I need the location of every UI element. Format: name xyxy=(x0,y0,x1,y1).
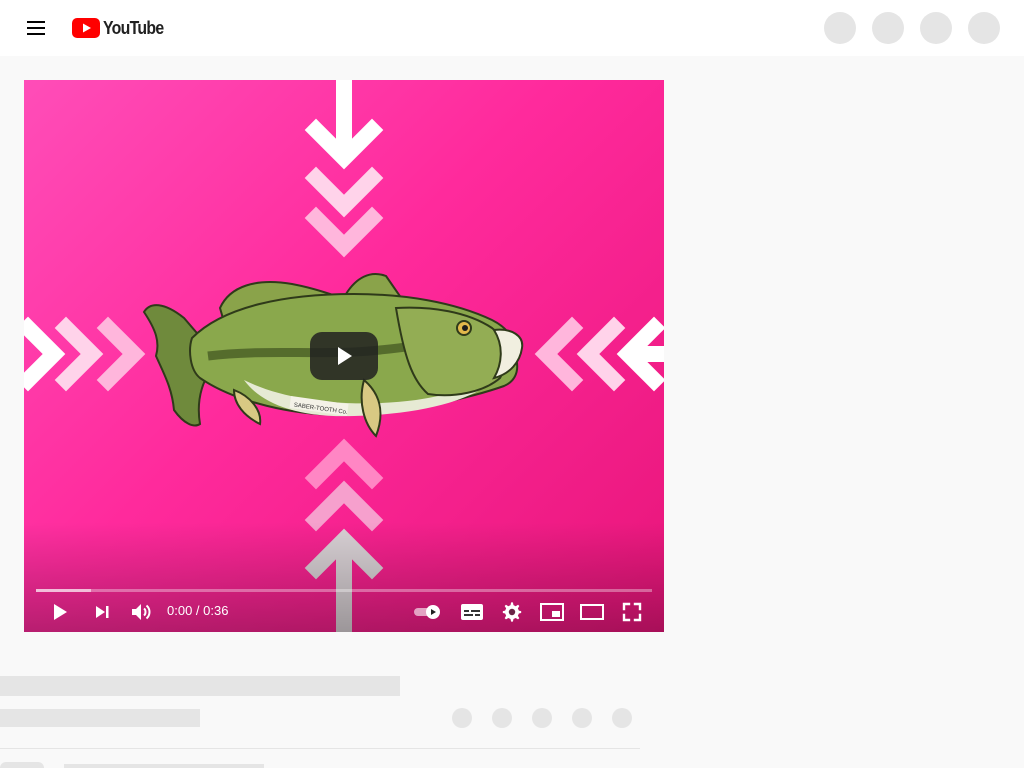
play-icon xyxy=(54,604,67,620)
fullscreen-icon xyxy=(622,602,642,622)
youtube-logo[interactable]: YouTube xyxy=(72,17,172,39)
theater-mode-icon xyxy=(580,604,604,620)
miniplayer-icon xyxy=(540,603,564,621)
masthead-action-placeholder[interactable] xyxy=(920,12,952,44)
subtitles-icon xyxy=(461,604,483,620)
youtube-play-logo-icon xyxy=(72,18,100,38)
autoplay-toggle-icon xyxy=(414,605,440,619)
autoplay-toggle[interactable] xyxy=(410,596,446,628)
channel-placeholder xyxy=(0,709,200,727)
play-button[interactable] xyxy=(44,596,76,628)
total-duration: 0:36 xyxy=(203,603,229,618)
right-arrow-graphic xyxy=(24,316,146,392)
action-placeholder xyxy=(612,708,632,728)
time-display: 0:00 / 0:36 xyxy=(167,603,228,618)
fullscreen-button[interactable] xyxy=(616,596,648,628)
avatar-placeholder[interactable] xyxy=(968,12,1000,44)
play-icon xyxy=(338,347,352,365)
down-arrow-graphic xyxy=(304,80,384,258)
progress-bar[interactable] xyxy=(36,589,652,592)
next-button[interactable] xyxy=(86,596,118,628)
masthead-action-placeholder[interactable] xyxy=(872,12,904,44)
settings-button[interactable] xyxy=(496,596,528,628)
avatar-placeholder xyxy=(0,762,44,768)
volume-button[interactable] xyxy=(125,596,157,628)
miniplayer-button[interactable] xyxy=(536,596,568,628)
divider xyxy=(0,748,640,749)
masthead-action-placeholder[interactable] xyxy=(824,12,856,44)
large-play-button[interactable] xyxy=(310,332,378,380)
left-arrow-graphic xyxy=(534,316,664,392)
title-placeholder xyxy=(0,676,400,696)
video-player[interactable]: SABER-TOOTH Co. 0:00 / 0:36 xyxy=(24,80,664,632)
theater-mode-button[interactable] xyxy=(576,596,608,628)
subtitles-button[interactable] xyxy=(456,596,488,628)
logo-text: YouTube xyxy=(103,17,164,38)
hamburger-menu-icon[interactable] xyxy=(20,12,52,44)
volume-icon xyxy=(132,604,151,620)
action-placeholder xyxy=(532,708,552,728)
gear-icon xyxy=(502,602,522,622)
masthead: YouTube xyxy=(0,0,1024,56)
action-placeholder xyxy=(572,708,592,728)
current-time: 0:00 xyxy=(167,603,193,618)
action-placeholder xyxy=(492,708,512,728)
controls-gradient xyxy=(24,522,664,632)
description-placeholder xyxy=(64,764,264,768)
action-placeholder xyxy=(452,708,472,728)
buffered-progress xyxy=(36,589,92,592)
time-separator: / xyxy=(192,603,204,618)
next-icon xyxy=(96,606,109,618)
